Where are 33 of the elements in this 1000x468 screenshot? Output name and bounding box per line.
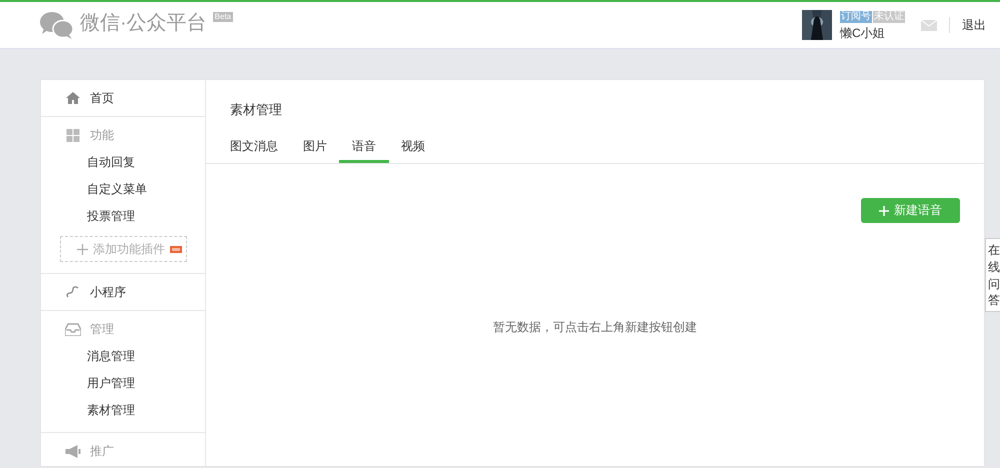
beta-badge: Beta	[212, 12, 234, 22]
nav-item[interactable]: 素材管理	[41, 397, 205, 424]
plus-icon	[77, 244, 88, 254]
chat-bubbles-icon	[40, 11, 74, 39]
online-qa-tab[interactable]: 在线问答	[985, 238, 1000, 312]
tab[interactable]: 语音	[339, 137, 389, 163]
plus-icon	[879, 206, 889, 216]
nav-item[interactable]: 投票管理	[41, 203, 205, 230]
nav-link[interactable]: 首页	[90, 90, 114, 106]
home-icon	[65, 91, 81, 105]
platform-title: 微信·公众平台	[80, 11, 207, 35]
grid-icon	[65, 128, 81, 142]
nav-item[interactable]: 用户管理	[41, 370, 205, 397]
account-tag: 订阅号	[840, 10, 872, 22]
inbox-icon	[65, 322, 81, 336]
nav-item[interactable]: 自定义菜单	[41, 176, 205, 203]
megaphone-icon	[65, 444, 81, 458]
username: 懒C小姐	[840, 26, 886, 40]
tab[interactable]: 图文消息	[217, 137, 291, 163]
nav-group-label: 推广	[90, 442, 114, 460]
nav-group-label: 功能	[90, 126, 114, 144]
nav-group-label: 管理	[90, 320, 114, 338]
nav-item[interactable]: 消息管理	[41, 343, 205, 370]
nav-link[interactable]: 小程序	[90, 284, 126, 300]
nav-item[interactable]: 自动回复	[41, 149, 205, 176]
tab[interactable]: 视频	[388, 137, 438, 163]
new-tag-icon	[170, 246, 182, 252]
empty-message: 暂无数据，可点击右上角新建按钮创建	[493, 320, 697, 334]
tab[interactable]: 图片	[290, 137, 340, 163]
page-title: 素材管理	[230, 102, 283, 118]
logout-link[interactable]: 退出	[950, 16, 1000, 34]
envelope-icon[interactable]	[921, 20, 937, 30]
link-icon	[65, 285, 81, 299]
